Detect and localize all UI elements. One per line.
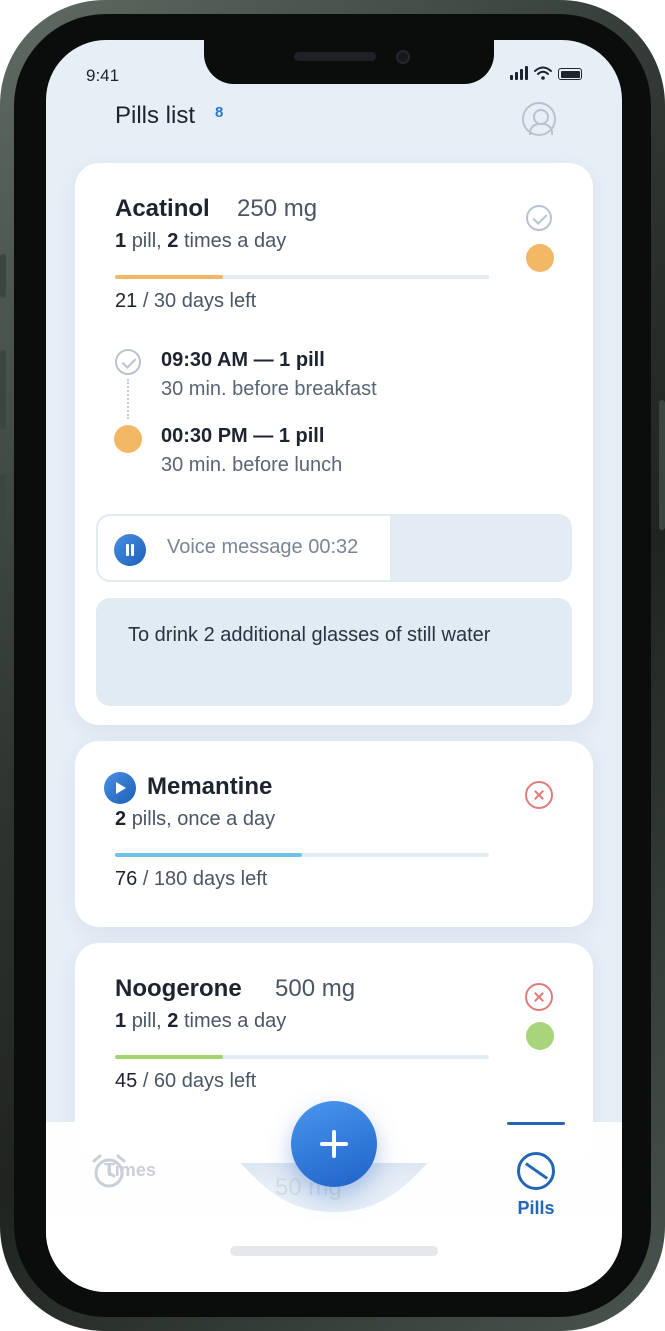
pill-frequency-rest: times a day [183, 230, 287, 252]
voice-message-player[interactable]: Voice message 00:32 [96, 514, 572, 582]
schedule-connector [127, 379, 129, 419]
battery-icon [558, 68, 582, 80]
days-left: 76 / 180 days left [115, 868, 267, 891]
pill-frequency-rest: times a day [183, 1010, 287, 1032]
status-time: 9:41 [86, 66, 120, 85]
pill-frequency-count: 2 [115, 808, 127, 830]
pill-count-badge: 8 [215, 104, 224, 121]
pill-name: Acatinol [115, 195, 210, 222]
progress-fill [115, 1055, 224, 1059]
signal-icon [510, 66, 528, 80]
progress-fill [115, 275, 224, 279]
progress-bar [115, 853, 489, 857]
pill-dose: 500 mg [275, 975, 356, 1002]
schedule-pending-dot [114, 425, 142, 453]
progress-bar [115, 275, 489, 279]
schedule-time: 09:30 AM — 1 pill [161, 349, 325, 371]
page-title: Pills list [115, 102, 196, 129]
silent-switch [0, 254, 6, 298]
volume-down-button [0, 474, 6, 554]
add-pill-button[interactable] [291, 1101, 377, 1187]
active-tab-indicator [507, 1122, 565, 1125]
voice-progress [390, 516, 570, 580]
power-button [659, 400, 665, 530]
pill-frequency-times: 2 [167, 230, 179, 252]
taken-check-icon[interactable] [526, 205, 552, 231]
voice-message-label: Voice message 00:32 [167, 536, 359, 558]
pill-frequency: 1 pill, 2 times a day [115, 230, 286, 253]
pill-frequency-count: 1 [115, 1010, 127, 1032]
pill-frequency-times: 2 [167, 1010, 179, 1032]
days-done: 76 [115, 868, 138, 890]
days-done: 45 [115, 1070, 138, 1092]
tab-times[interactable]: Times [90, 1152, 170, 1188]
status-icons [510, 66, 582, 80]
pill-frequency-unit: pill, [131, 1010, 162, 1032]
status-dot [526, 244, 554, 272]
wifi-icon [534, 66, 552, 80]
pill-card-acatinol[interactable]: Acatinol 250 mg 1 pill, 2 times a day 21… [75, 163, 593, 725]
app-screen: 9:41 Pills list 8 Acatinol 250 mg 1 pill… [46, 40, 622, 1292]
pill-frequency: 1 pill, 2 times a day [115, 1010, 286, 1033]
cancel-x-icon[interactable] [525, 781, 553, 809]
pill-frequency-unit: pill, [131, 230, 162, 252]
pill-icon [517, 1152, 555, 1190]
pill-frequency-count: 1 [115, 230, 127, 252]
days-done: 21 [115, 290, 138, 312]
play-icon[interactable] [104, 772, 136, 804]
schedule-time: 00:30 PM — 1 pill [161, 425, 325, 447]
days-total: / 30 days left [142, 290, 257, 312]
days-left: 21 / 30 days left [115, 290, 256, 313]
alarm-clock-icon [92, 1154, 126, 1188]
home-indicator[interactable] [230, 1246, 438, 1256]
tab-pills[interactable]: Pills [496, 1152, 576, 1219]
front-camera [396, 50, 410, 64]
cancel-x-icon[interactable] [525, 983, 553, 1011]
schedule-done-check-icon[interactable] [115, 349, 141, 375]
pill-frequency-rest: pills, once a day [131, 808, 276, 830]
notch [204, 40, 494, 84]
pill-note: To drink 2 additional glasses of still w… [96, 598, 572, 706]
days-total: / 180 days left [142, 868, 268, 890]
schedule-note: 30 min. before breakfast [161, 378, 377, 400]
volume-up-button [0, 350, 6, 430]
pill-name: Noogerone [115, 975, 242, 1002]
pill-frequency: 2 pills, once a day [115, 808, 275, 831]
tab-pills-label: Pills [517, 1198, 555, 1218]
days-left: 45 / 60 days left [115, 1070, 256, 1093]
pause-icon[interactable] [114, 534, 146, 566]
pill-name: Memantine [147, 773, 273, 800]
speaker [294, 52, 376, 61]
profile-icon[interactable] [522, 102, 556, 136]
progress-bar [115, 1055, 489, 1059]
pill-dose: 250 mg [237, 195, 318, 222]
progress-fill [115, 853, 302, 857]
schedule-note: 30 min. before lunch [161, 454, 343, 476]
status-dot [526, 1022, 554, 1050]
pill-card-memantine[interactable]: Memantine 2 pills, once a day 76 / 180 d… [75, 741, 593, 927]
days-total: / 60 days left [142, 1070, 257, 1092]
